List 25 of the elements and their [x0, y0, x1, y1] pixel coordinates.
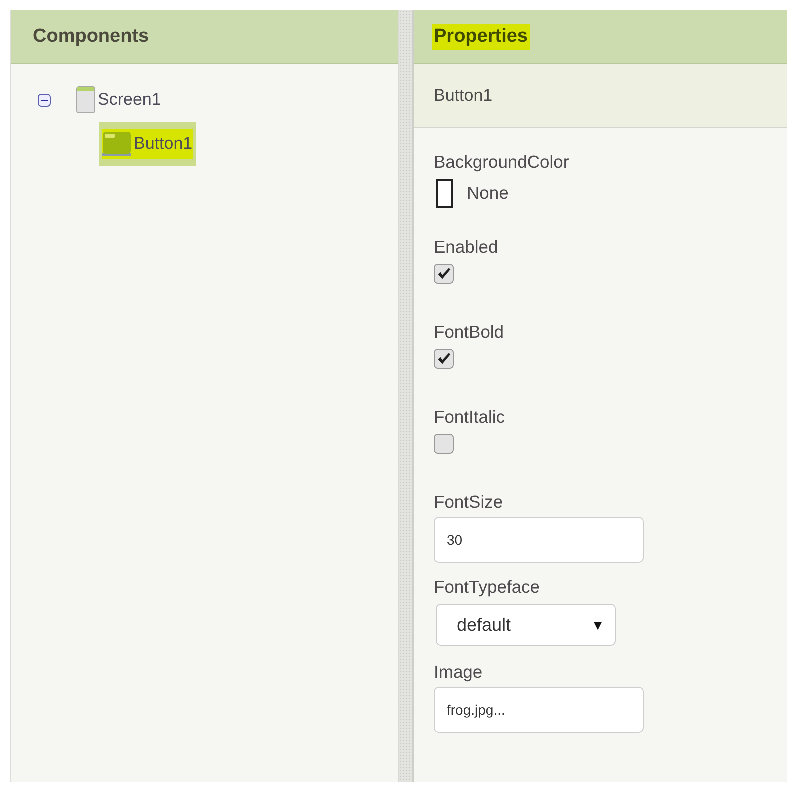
- tree-item[interactable]: Screen1: [73, 82, 164, 118]
- phone-screen-icon: [76, 86, 96, 114]
- checkmark-icon: [438, 353, 450, 365]
- asset-picker[interactable]: frog.jpg...: [434, 687, 644, 733]
- collapse-icon[interactable]: [38, 94, 50, 106]
- tree-item[interactable]: Button1: [99, 122, 196, 166]
- color-swatch[interactable]: [436, 179, 453, 208]
- button-component-icon: [102, 131, 132, 157]
- property-label: FontBold: [434, 322, 504, 342]
- property-label: BackgroundColor: [434, 152, 570, 172]
- checkbox[interactable]: [434, 434, 454, 454]
- property-label: Enabled: [434, 237, 498, 257]
- property-label: FontTypeface: [434, 577, 540, 597]
- checkmark-icon: [438, 268, 450, 280]
- property-label: FontItalic: [434, 407, 505, 427]
- panel-title: Properties: [432, 24, 530, 50]
- dropdown[interactable]: default ▼: [436, 604, 616, 646]
- property-label: FontSize: [434, 492, 504, 512]
- checkbox[interactable]: [434, 264, 454, 284]
- input-field[interactable]: 30: [434, 517, 644, 563]
- selected-component-name: Button1: [434, 86, 493, 106]
- color-value[interactable]: None: [467, 183, 509, 204]
- checkbox[interactable]: [434, 349, 454, 369]
- property-label: Image: [434, 662, 483, 682]
- panel-title: Components: [32, 24, 150, 48]
